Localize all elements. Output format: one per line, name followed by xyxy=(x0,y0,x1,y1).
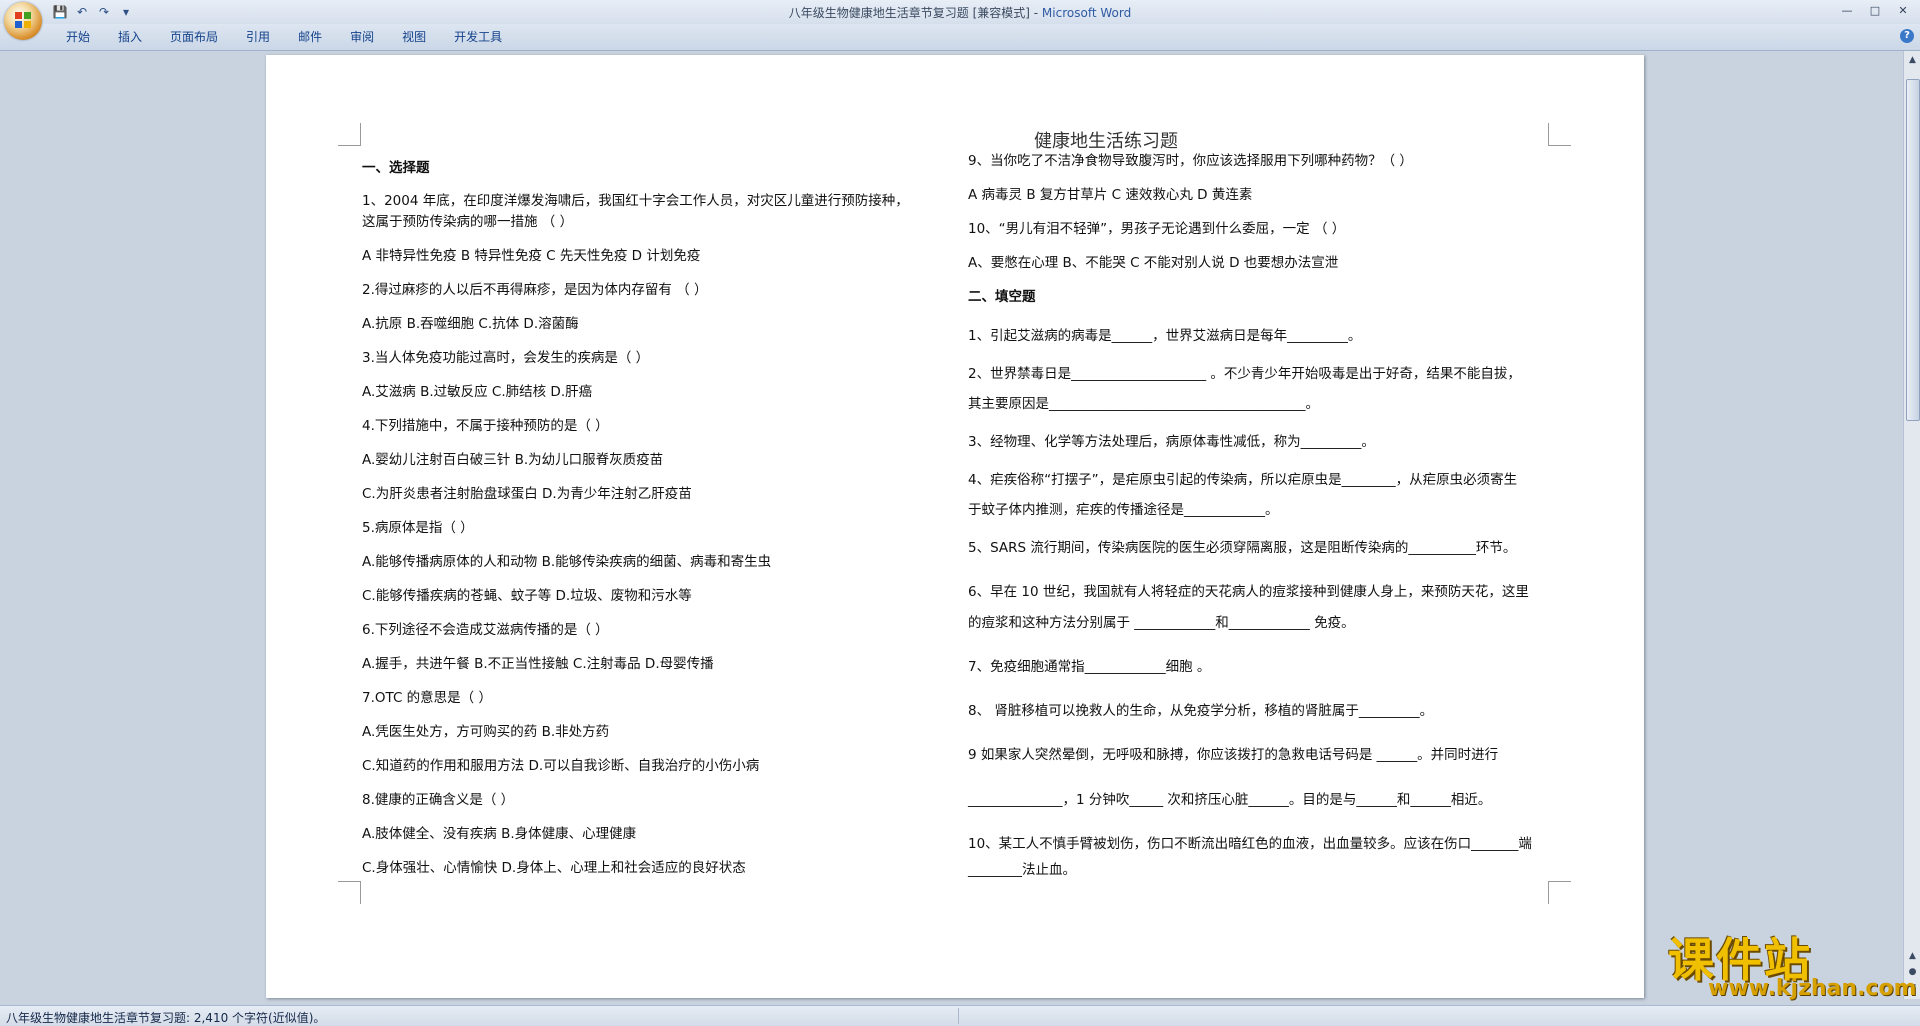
options-line: A.握手，共进午餐 B.不正当性接触 C.注射毒品 D.母婴传播 xyxy=(362,656,714,672)
office-logo-icon xyxy=(15,12,31,28)
document-area: 健康地生活练习题 一、选择题 1、2004 年底，在印度洋爆发海啸后，我国红十字… xyxy=(0,51,1900,999)
section-heading: 二、填空题 xyxy=(968,289,1036,305)
question-line: 5.病原体是指（ ） xyxy=(362,520,474,536)
help-icon[interactable]: ? xyxy=(1900,29,1914,43)
scrollbar-thumb[interactable] xyxy=(1906,79,1920,421)
question-line: 其主要原因是__________________________________… xyxy=(968,396,1319,412)
title-bar: 💾 ↶ ↷ ▾ 八年级生物健康地生活章节复习题 [兼容模式] - Microso… xyxy=(0,0,1920,40)
status-separator xyxy=(958,1008,959,1024)
scroll-up-icon[interactable]: ▲ xyxy=(1905,53,1920,68)
question-line: 9、当你吃了不洁净食物导致腹泻时，你应该选择服用下列哪种药物？（ ） xyxy=(968,153,1413,169)
document-title: 健康地生活练习题 xyxy=(1034,131,1178,152)
options-line: A.肢体健全、没有疾病 B.身体健康、心理健康 xyxy=(362,826,637,842)
question-line: 10、“男儿有泪不轻弹”，男孩子无论遇到什么委屈，一定 （ ） xyxy=(968,221,1346,237)
question-line: 4、疟疾俗称“打摆子”，是疟原虫引起的传染病，所以疟原虫是________，从疟… xyxy=(968,472,1518,488)
options-line: C.为肝炎患者注射胎盘球蛋白 D.为青少年注射乙肝疫苗 xyxy=(362,486,692,502)
question-line: 8.健康的正确含义是（ ） xyxy=(362,792,515,808)
options-line: A.艾滋病 B.过敏反应 C.肺结核 D.肝癌 xyxy=(362,384,593,400)
minimize-icon[interactable]: — xyxy=(1834,2,1860,20)
vertical-scrollbar[interactable]: ▲ ▲ ● ▼ xyxy=(1903,51,1920,999)
tab-view[interactable]: 视图 xyxy=(388,29,440,46)
question-line: 1、引起艾滋病的病毒是______，世界艾滋病日是每年_________。 xyxy=(968,328,1362,344)
window-title: 八年级生物健康地生活章节复习题 [兼容模式] - Microsoft Word xyxy=(0,4,1920,21)
question-line: 这属于预防传染病的哪一措施 （ ） xyxy=(362,214,574,230)
section-heading: 一、选择题 xyxy=(362,160,430,176)
options-line: C.知道药的作用和服用方法 D.可以自我诊断、自我治疗的小伤小病 xyxy=(362,758,760,774)
options-line: A、要憋在心理 B、不能哭 C 不能对别人说 D 也要想办法宣泄 xyxy=(968,255,1339,271)
tab-page-layout[interactable]: 页面布局 xyxy=(156,29,232,46)
tab-developer[interactable]: 开发工具 xyxy=(440,29,516,46)
document-page[interactable]: 健康地生活练习题 一、选择题 1、2004 年底，在印度洋爆发海啸后，我国红十字… xyxy=(266,55,1644,998)
question-line: ________法止血。 xyxy=(968,862,1076,878)
question-line: 7.OTC 的意思是（ ） xyxy=(362,690,492,706)
question-line: 6、早在 10 世纪，我国就有人将轻症的天花病人的痘浆接种到健康人身上，来预防天… xyxy=(968,584,1529,600)
document-name: 八年级生物健康地生活章节复习题 [兼容模式] - xyxy=(788,6,1042,20)
question-line: 2、世界禁毒日是____________________ 。不少青少年开始吸毒是… xyxy=(968,366,1521,382)
options-line: A.凭医生处方，方可购买的药 B.非处方药 xyxy=(362,724,610,740)
question-line: 3、经物理、化学等方法处理后，病原体毒性减低，称为_________。 xyxy=(968,434,1375,450)
tab-insert[interactable]: 插入 xyxy=(104,29,156,46)
options-line: A.抗原 B.吞噬细胞 C.抗体 D.溶菌酶 xyxy=(362,316,579,332)
tab-references[interactable]: 引用 xyxy=(232,29,284,46)
question-line: 6.下列途径不会造成艾滋病传播的是（ ） xyxy=(362,622,609,638)
margin-corner-mark xyxy=(338,881,361,904)
window-controls: — □ ✕ xyxy=(1834,2,1916,20)
tab-home[interactable]: 开始 xyxy=(52,29,104,46)
ribbon-tabs: 开始 插入 页面布局 引用 邮件 审阅 视图 开发工具 xyxy=(52,29,516,46)
margin-corner-mark xyxy=(338,123,361,146)
question-line: 5、SARS 流行期间，传染病医院的医生必须穿隔离服，这是阻断传染病的_____… xyxy=(968,540,1517,556)
office-button[interactable] xyxy=(4,2,42,40)
margin-corner-mark xyxy=(1548,123,1571,146)
close-icon[interactable]: ✕ xyxy=(1890,2,1916,20)
options-line: A.能够传播病原体的人和动物 B.能够传染疾病的细菌、病毒和寄生虫 xyxy=(362,554,772,570)
watermark-url: www.kjzhan.com xyxy=(1708,976,1917,1001)
question-line: 2.得过麻疹的人以后不再得麻疹，是因为体内存留有 （ ） xyxy=(362,282,708,298)
question-line: 1、2004 年底，在印度洋爆发海啸后，我国红十字会工作人员，对灾区儿童进行预防… xyxy=(362,193,909,209)
question-line: 7、免疫细胞通常指____________细胞 。 xyxy=(968,659,1211,675)
options-line: A 病毒灵 B 复方甘草片 C 速效救心丸 D 黄连素 xyxy=(968,187,1253,203)
question-line: 4.下列措施中，不属于接种预防的是（ ） xyxy=(362,418,609,434)
question-line: 3.当人体免疫功能过高时，会发生的疾病是（ ） xyxy=(362,350,650,366)
question-line: 10、某工人不慎手臂被划伤，伤口不断流出暗红色的血液，出血量较多。应该在伤口__… xyxy=(968,836,1532,852)
watermark-logo: 课件站 www.kjzhan.com xyxy=(1668,924,1917,1004)
question-line: 8、 肾脏移植可以挽救人的生命，从免疫学分析，移植的肾脏属于_________。 xyxy=(968,703,1434,719)
margin-corner-mark xyxy=(1548,881,1571,904)
app-name: Microsoft Word xyxy=(1041,6,1132,20)
question-line: ______________，1 分钟吹_____ 次和挤压心脏______。目… xyxy=(968,792,1492,808)
question-line: 的痘浆和这种方法分别属于 ____________和____________ 免… xyxy=(968,615,1355,631)
status-bar: 八年级生物健康地生活章节复习题: 2,410 个字符(近似值)。 xyxy=(0,1005,1920,1026)
ribbon: 开始 插入 页面布局 引用 邮件 审阅 视图 开发工具 ? xyxy=(0,24,1920,51)
question-line: 于蚊子体内推测，疟疾的传播途径是____________。 xyxy=(968,502,1279,518)
options-line: C.能够传播疾病的苍蝇、蚊子等 D.垃圾、废物和污水等 xyxy=(362,588,692,604)
maximize-icon[interactable]: □ xyxy=(1862,2,1888,20)
tab-review[interactable]: 审阅 xyxy=(336,29,388,46)
options-line: A 非特异性免疫 B 特异性免疫 C 先天性免疫 D 计划免疫 xyxy=(362,248,701,264)
options-line: C.身体强壮、心情愉快 D.身体上、心理上和社会适应的良好状态 xyxy=(362,860,746,876)
status-text: 八年级生物健康地生活章节复习题: 2,410 个字符(近似值)。 xyxy=(6,1011,326,1025)
tab-mailings[interactable]: 邮件 xyxy=(284,29,336,46)
options-line: A.婴幼儿注射百白破三针 B.为幼儿口服脊灰质疫苗 xyxy=(362,452,664,468)
question-line: 9 如果家人突然晕倒，无呼吸和脉搏，你应该拨打的急救电话号码是 ______。并… xyxy=(968,747,1499,763)
